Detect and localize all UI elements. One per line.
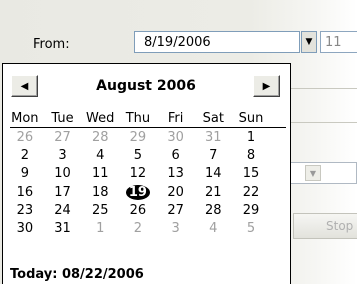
calendar-day[interactable]: 16 — [6, 184, 44, 202]
calendar-week-row: 16 17 18 19 20 21 22 — [6, 184, 289, 202]
prev-month-button[interactable]: ◀ — [11, 75, 38, 97]
date-dropdown-button[interactable]: ▼ — [301, 31, 317, 53]
dow-label: Fri — [167, 111, 184, 126]
dow-label: Mon — [11, 111, 39, 126]
next-month-button[interactable]: ▶ — [253, 75, 280, 97]
calendar-day-other-month[interactable]: 1 — [81, 220, 119, 238]
dow-label: Sun — [238, 111, 264, 126]
calendar-day[interactable]: 31 — [44, 220, 82, 238]
calendar-day[interactable]: 1 — [232, 129, 270, 147]
calendar-day-other-month[interactable]: 31 — [194, 129, 232, 147]
calendar-day[interactable]: 17 — [44, 184, 82, 202]
calendar-day-other-month[interactable]: 2 — [119, 220, 157, 238]
header-divider — [10, 127, 286, 128]
stop-button[interactable]: Stop — [293, 213, 357, 239]
calendar-day[interactable]: 13 — [157, 165, 195, 183]
calendar-day-other-month[interactable]: 26 — [6, 129, 44, 147]
calendar-week-row: 9 10 11 12 13 14 15 — [6, 165, 289, 183]
triangle-left-icon: ◀ — [20, 80, 29, 92]
calendar-week-row: 2345678 — [6, 147, 289, 165]
calendar-day[interactable]: 29 — [232, 202, 270, 220]
from-time-value: 11 — [325, 35, 342, 50]
dow-label: Wed — [86, 111, 115, 126]
dow-label: Thu — [125, 111, 151, 126]
triangle-right-icon: ▶ — [262, 80, 271, 92]
dow-label: Tue — [51, 111, 74, 126]
calendar-day[interactable]: 12 — [119, 165, 157, 183]
from-date-value: 8/19/2006 — [144, 35, 211, 50]
calendar-day[interactable]: 2 — [6, 147, 44, 165]
calendar-day[interactable]: 5 — [119, 147, 157, 165]
calendar-header: ◀ August 2006 ▶ — [3, 64, 290, 108]
day-of-week-header: Mon Tue Wed Thu Fri Sat Sun — [6, 111, 289, 128]
calendar-day[interactable]: 15 — [232, 165, 270, 183]
calendar-grid: 26 27 28 29 30 31 1 2 3 4 5 6 7 8 9 10 11 12 13 14 15 16 17 18 1… — [6, 129, 289, 238]
calendar-day[interactable]: 18 — [81, 184, 119, 202]
calendar-day[interactable]: 24 — [44, 202, 82, 220]
stop-button-label: Stop — [326, 219, 354, 233]
background-combo[interactable] — [290, 162, 357, 184]
calendar-day-other-month[interactable]: 5 — [232, 220, 270, 238]
from-time-field[interactable]: 11 — [320, 31, 357, 53]
from-label: From: — [33, 37, 70, 52]
dow-label: Sat — [202, 111, 224, 126]
calendar-day-other-month[interactable]: 29 — [119, 129, 157, 147]
chevron-down-icon[interactable]: ▼ — [305, 165, 321, 181]
calendar-popup: ◀ August 2006 ▶ Mon Tue Wed Thu Fri Sat … — [2, 63, 291, 284]
calendar-day[interactable]: 28 — [194, 202, 232, 220]
calendar-day[interactable]: 23 — [6, 202, 44, 220]
month-title: August 2006 — [96, 78, 196, 94]
calendar-day[interactable]: 7 — [194, 147, 232, 165]
today-link[interactable]: Today: 08/22/2006 — [10, 267, 144, 282]
calendar-day-other-month[interactable]: 28 — [81, 129, 119, 147]
calendar-day[interactable]: 30 — [6, 220, 44, 238]
chevron-down-icon: ▼ — [305, 37, 313, 47]
from-date-field[interactable]: 8/19/2006 — [134, 31, 300, 53]
calendar-day[interactable]: 25 — [81, 202, 119, 220]
calendar-day-other-month[interactable]: 3 — [157, 220, 195, 238]
calendar-day[interactable]: 6 — [157, 147, 195, 165]
calendar-week-row: 30 31 1 2 3 4 5 — [6, 220, 289, 238]
calendar-day[interactable]: 27 — [157, 202, 195, 220]
calendar-week-row: 26 27 28 29 30 31 1 — [6, 129, 289, 147]
calendar-week-row: 23 24 25 26 27 28 29 — [6, 202, 289, 220]
divider — [290, 88, 357, 89]
calendar-day[interactable]: 10 — [44, 165, 82, 183]
divider — [290, 122, 357, 123]
calendar-day-selected[interactable]: 19 — [119, 184, 157, 202]
calendar-day[interactable]: 11 — [81, 165, 119, 183]
calendar-day[interactable]: 20 — [157, 184, 195, 202]
calendar-day[interactable]: 4 — [81, 147, 119, 165]
calendar-day[interactable]: 21 — [194, 184, 232, 202]
calendar-day-other-month[interactable]: 27 — [44, 129, 82, 147]
calendar-day[interactable]: 22 — [232, 184, 270, 202]
calendar-day-other-month[interactable]: 30 — [157, 129, 195, 147]
calendar-day[interactable]: 14 — [194, 165, 232, 183]
calendar-day[interactable]: 26 — [119, 202, 157, 220]
calendar-day[interactable]: 3 — [44, 147, 82, 165]
calendar-day[interactable]: 8 — [232, 147, 270, 165]
calendar-day[interactable]: 9 — [6, 165, 44, 183]
calendar-day-other-month[interactable]: 4 — [194, 220, 232, 238]
